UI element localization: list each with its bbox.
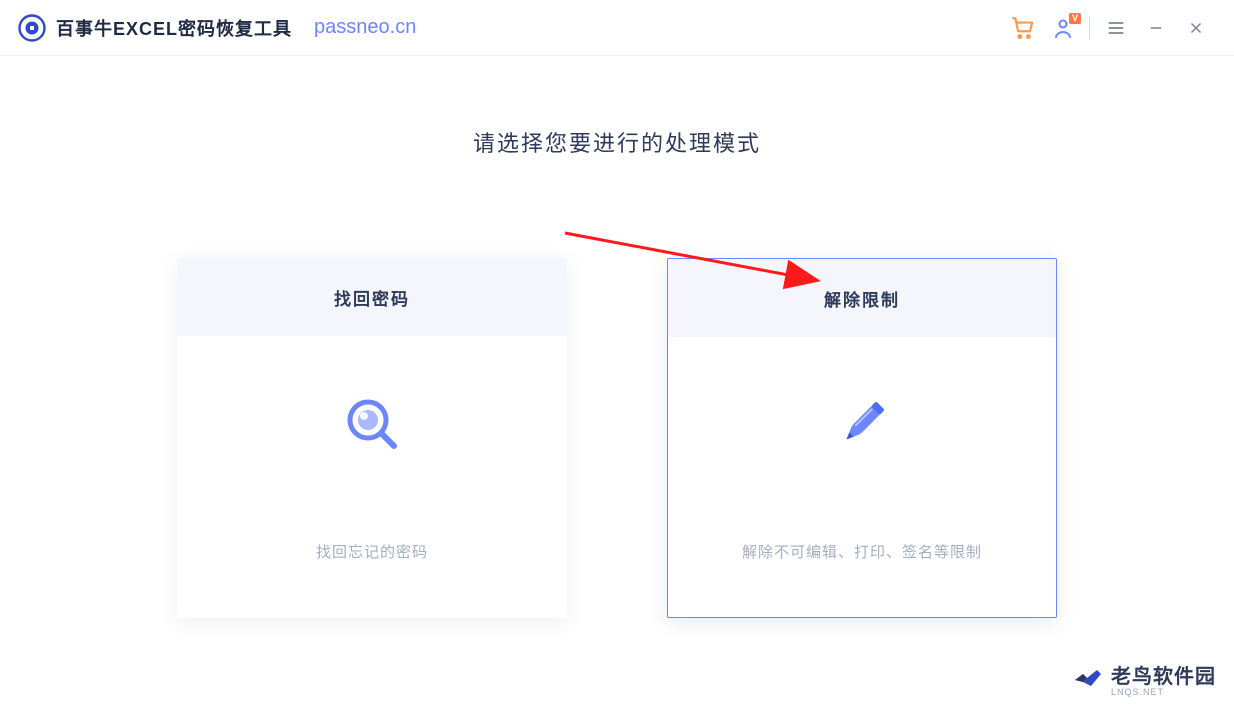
card-title: 找回密码 bbox=[177, 258, 567, 336]
pencil-icon bbox=[830, 392, 894, 461]
close-button[interactable] bbox=[1176, 8, 1216, 48]
card-body: 解除不可编辑、打印、签名等限制 bbox=[668, 337, 1056, 617]
vip-badge: V bbox=[1069, 13, 1081, 24]
card-recover-password[interactable]: 找回密码 找回忘记的密码 bbox=[177, 258, 567, 618]
main-area: 请选择您要进行的处理模式 找回密码 找回忘记的密码 解除限制 bbox=[0, 56, 1234, 618]
card-desc: 找回忘记的密码 bbox=[316, 541, 428, 562]
watermark-text: 老鸟软件园 bbox=[1111, 666, 1216, 688]
card-body: 找回忘记的密码 bbox=[177, 336, 567, 618]
titlebar: 百事牛EXCEL密码恢复工具 passneo.cn V bbox=[0, 0, 1234, 56]
magnifier-icon bbox=[340, 392, 404, 461]
watermark: 老鸟软件园 LNQS.NET bbox=[1073, 660, 1216, 697]
menu-icon[interactable] bbox=[1096, 8, 1136, 48]
bird-icon bbox=[1073, 666, 1103, 692]
domain-link[interactable]: passneo.cn bbox=[314, 16, 416, 39]
watermark-subtext: LNQS.NET bbox=[1111, 687, 1216, 697]
app-logo-icon bbox=[18, 14, 46, 42]
mode-cards: 找回密码 找回忘记的密码 解除限制 bbox=[0, 258, 1234, 618]
card-desc: 解除不可编辑、打印、签名等限制 bbox=[742, 541, 982, 562]
cart-icon[interactable] bbox=[1003, 8, 1043, 48]
card-remove-restriction[interactable]: 解除限制 解除不可编辑、打印、签名等限制 bbox=[667, 258, 1057, 618]
minimize-button[interactable] bbox=[1136, 8, 1176, 48]
app-title: 百事牛EXCEL密码恢复工具 bbox=[56, 15, 292, 41]
user-icon[interactable]: V bbox=[1043, 8, 1083, 48]
titlebar-separator bbox=[1089, 16, 1090, 40]
card-title: 解除限制 bbox=[668, 259, 1056, 337]
page-title: 请选择您要进行的处理模式 bbox=[0, 126, 1234, 158]
